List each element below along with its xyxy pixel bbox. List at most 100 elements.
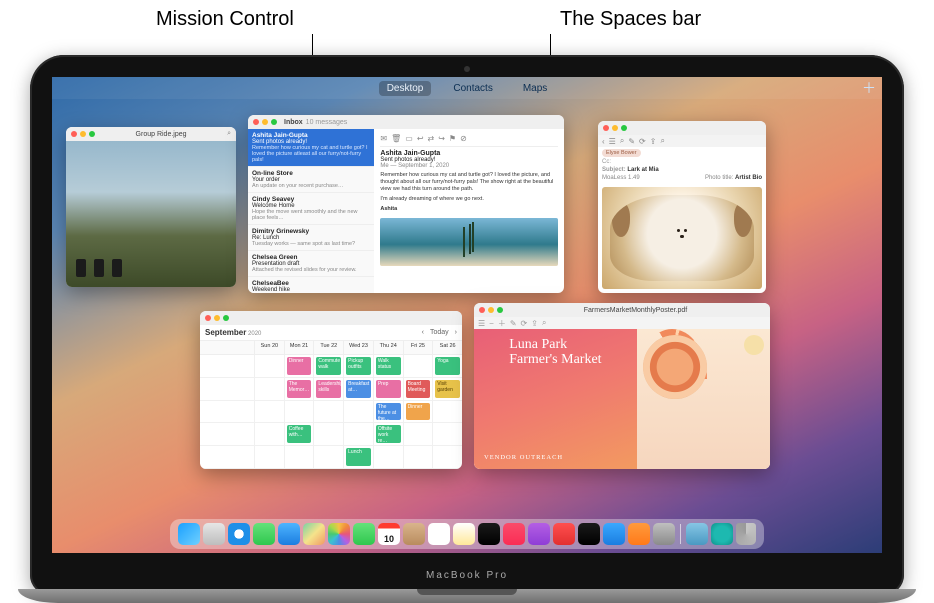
news-icon[interactable]	[553, 523, 575, 545]
spaces-tab-maps[interactable]: Maps	[515, 81, 555, 96]
minimize-button[interactable]	[262, 119, 268, 125]
calendar-event[interactable]: The Memor…	[287, 380, 312, 398]
calendar-cell[interactable]	[313, 401, 343, 424]
close-button[interactable]	[479, 307, 485, 313]
calendar-event[interactable]: Commute walk	[316, 357, 341, 375]
spam-icon[interactable]: ⊘	[460, 134, 467, 143]
calendar-cell[interactable]	[284, 446, 314, 469]
mail-icon[interactable]	[278, 523, 300, 545]
calendar-grid[interactable]: Sun 20Mon 21Tue 22Wed 23Thu 24Fri 25Sat …	[200, 340, 462, 469]
preview-pdf-artist-window[interactable]: ‹☰⌕✎⟳⇪⌕ Elyse Bower Cc: Subject: Lark at…	[598, 121, 766, 293]
mail-row[interactable]: Chelsea GreenPresentation draftAttached …	[248, 251, 374, 277]
calendar-cell[interactable]	[254, 423, 284, 446]
search-icon[interactable]: ⌕	[660, 136, 664, 146]
preview-toolbar[interactable]: ☰−＋✎⟳⇪⌕	[474, 317, 770, 329]
launchpad-icon[interactable]	[203, 523, 225, 545]
appstore-icon[interactable]	[603, 523, 625, 545]
calendar-cell[interactable]	[403, 355, 433, 378]
fullscreen-button[interactable]	[271, 119, 277, 125]
calendar-cell[interactable]: Visit garden	[432, 378, 462, 401]
calendar-event[interactable]: Pickup outfits	[346, 357, 371, 375]
calendar-today-button[interactable]: Today	[430, 329, 449, 336]
titlebar[interactable]: FarmersMarketMonthlyPoster.pdf	[474, 303, 770, 317]
share-icon[interactable]: ⇪	[650, 137, 657, 146]
calendar-cell[interactable]	[432, 446, 462, 469]
mail-row[interactable]: Cindy SeaveyWelcome HomeHope the move we…	[248, 193, 374, 225]
close-button[interactable]	[71, 131, 77, 137]
calendar-event[interactable]: Board Meeting	[406, 380, 431, 398]
calendar-cell[interactable]	[313, 446, 343, 469]
calendar-cell[interactable]: Walk status	[373, 355, 403, 378]
calendar-cell[interactable]	[254, 401, 284, 424]
mail-row[interactable]: On-line StoreYour orderAn update on your…	[248, 167, 374, 193]
calendar-cell[interactable]	[432, 423, 462, 446]
minimize-button[interactable]	[214, 315, 220, 321]
calendar-event[interactable]: Breakfast at…	[346, 380, 371, 398]
calendar-cell[interactable]: The future at the…	[373, 401, 403, 424]
share-icon[interactable]: ⇪	[531, 319, 538, 328]
calendar-cell[interactable]	[432, 401, 462, 424]
calendar-cell[interactable]	[284, 401, 314, 424]
fullscreen-button[interactable]	[223, 315, 229, 321]
preview-pdf-poster-window[interactable]: FarmersMarketMonthlyPoster.pdf ☰−＋✎⟳⇪⌕ L…	[474, 303, 770, 469]
sidebar-icon[interactable]: ☰	[478, 319, 485, 328]
calendar-cell[interactable]: Board Meeting	[403, 378, 433, 401]
close-button[interactable]	[253, 119, 259, 125]
forward-icon[interactable]: ↪︎	[438, 134, 445, 143]
calendar-cell[interactable]: Commute walk	[313, 355, 343, 378]
calendar-event[interactable]: The future at the…	[376, 403, 401, 421]
search-icon[interactable]: ⌕	[227, 130, 231, 138]
preview-toolbar[interactable]: ‹☰⌕✎⟳⇪⌕	[598, 135, 766, 147]
rotate-icon[interactable]: ⟳	[521, 319, 528, 328]
notes-icon[interactable]	[453, 523, 475, 545]
reply-all-icon[interactable]: ⇄	[428, 134, 435, 143]
markup-icon[interactable]: ✎	[510, 319, 517, 328]
photos-icon[interactable]	[328, 523, 350, 545]
calendar-cell[interactable]: Lunch	[343, 446, 373, 469]
calendar-event[interactable]: Prep	[376, 380, 401, 398]
archive-icon[interactable]: ▭	[405, 134, 413, 143]
finder-icon[interactable]	[178, 523, 200, 545]
back-icon[interactable]: ‹	[602, 137, 605, 146]
markup-icon[interactable]: ✎	[628, 137, 635, 146]
calendar-cell[interactable]	[403, 423, 433, 446]
calendar-cell[interactable]	[254, 446, 284, 469]
calendar-event[interactable]: Coffee with…	[287, 425, 312, 443]
minimize-button[interactable]	[80, 131, 86, 137]
calendar-event[interactable]: Offsite work re…	[376, 425, 401, 443]
calendar-window[interactable]: September 2020 ‹ Today › Sun 20Mon 21Tue…	[200, 311, 462, 469]
calendar-cell[interactable]: The Memor…	[284, 378, 314, 401]
calendar-cell[interactable]	[403, 446, 433, 469]
mail-row[interactable]: Dimitry GrinewskyRe: LunchTuesday works …	[248, 225, 374, 251]
books-icon[interactable]	[628, 523, 650, 545]
dock[interactable]: 10	[170, 519, 764, 549]
close-button[interactable]	[603, 125, 609, 131]
mail-message-list[interactable]: Ashita Jain-GuptaSent photos already!Rem…	[248, 129, 374, 293]
add-space-button[interactable]: ＋	[862, 78, 876, 98]
podcasts-icon[interactable]	[528, 523, 550, 545]
calendar-event[interactable]: Walk status	[376, 357, 401, 375]
fullscreen-button[interactable]	[621, 125, 627, 131]
calendar-cell[interactable]: Dinner	[403, 401, 433, 424]
mail-row[interactable]: Ashita Jain-GuptaSent photos already!Rem…	[248, 129, 374, 167]
calendar-event[interactable]: Visit garden	[435, 380, 460, 398]
minimize-button[interactable]	[612, 125, 618, 131]
calendar-prev-button[interactable]: ‹	[422, 329, 424, 336]
sidebar-icon[interactable]: ☰	[609, 137, 616, 146]
rotate-icon[interactable]: ⟳	[639, 137, 646, 146]
screenshot-icon[interactable]	[711, 523, 733, 545]
titlebar[interactable]: Group Ride.jpeg ⌕	[66, 127, 236, 141]
music-icon[interactable]	[503, 523, 525, 545]
calendar-event[interactable]: Dinner	[406, 403, 431, 421]
calendar-event[interactable]: Yoga	[435, 357, 460, 375]
envelope-icon[interactable]: ✉︎	[380, 134, 387, 143]
mail-window[interactable]: Inbox 10 messages Ashita Jain-GuptaSent …	[248, 115, 564, 293]
trash-icon[interactable]	[736, 523, 756, 545]
messages-icon[interactable]	[253, 523, 275, 545]
close-button[interactable]	[205, 315, 211, 321]
reply-icon[interactable]: ↩︎	[417, 134, 424, 143]
calendar-cell[interactable]	[254, 355, 284, 378]
zoom-out-icon[interactable]: −	[489, 319, 494, 328]
spaces-tab-contacts[interactable]: Contacts	[445, 81, 500, 96]
recipient-chip[interactable]: Elyse Bower	[602, 149, 641, 157]
